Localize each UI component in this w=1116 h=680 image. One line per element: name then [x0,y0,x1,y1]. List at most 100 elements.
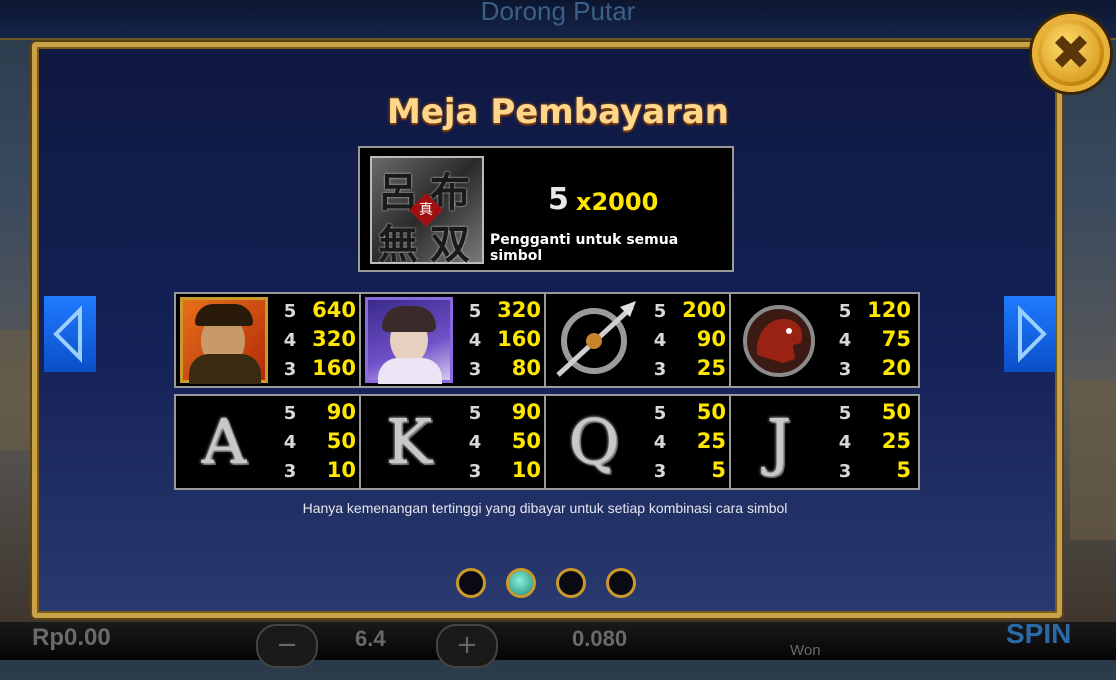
match-count: 5 [468,301,482,322]
payout-list: 5 50 4 25 3 5 [835,400,911,487]
payout-value: 90 [696,327,726,351]
close-button[interactable]: ✖ [1032,14,1110,92]
payout-list: 5 90 4 50 3 10 [280,400,356,487]
match-count: 3 [283,461,297,482]
paytable-cell: J 5 50 4 25 3 5 [731,396,916,488]
payout-value: 50 [881,400,911,424]
paytable-cell: Q 5 50 4 25 3 5 [546,396,731,488]
letter-q-icon: Q [568,405,620,478]
page-indicator-dot[interactable] [556,568,586,598]
match-count: 5 [653,403,667,424]
bet-display: 6.4 [355,626,386,651]
won-label: Won [790,642,821,659]
page-indicator-dot[interactable] [456,568,486,598]
lady-portrait-icon [365,297,453,384]
payout-value: 5 [896,458,911,482]
match-count: 3 [468,461,482,482]
payout-value: 320 [497,298,541,322]
payout-value: 10 [326,458,356,482]
match-count: 5 [283,301,297,322]
background-decoration [0,330,32,450]
page-indicator-dot-active[interactable] [506,568,536,598]
paytable-row-low: A 5 90 4 50 3 10 K 5 90 4 50 3 10 Q 5 50 4 25 35… [174,394,920,490]
match-count: 5 [838,403,852,424]
match-count: 4 [468,330,482,351]
match-count: 3 [838,359,852,380]
payout-value: 10 [511,458,541,482]
payout-value: 25 [696,429,726,453]
payout-list: 5 640 4 320 3 160 [280,298,356,385]
payout-value: 200 [682,298,726,322]
match-count: 5 [838,301,852,322]
wild-symbol-panel: 呂 布 無 双 真 5 x2000 Pengganti untuk semua … [358,146,734,272]
match-count: 4 [838,432,852,453]
match-count: 3 [838,461,852,482]
bet-decrease-button[interactable]: − [256,624,318,668]
match-count: 4 [653,432,667,453]
bet-increase-button[interactable]: + [436,624,498,668]
payout-value: 640 [312,298,356,322]
arrow-right-icon [1018,305,1047,363]
background-decoration [1070,380,1116,540]
top-bar: Dorong Putar [0,0,1116,40]
match-count: 4 [283,330,297,351]
arrow-left-icon [53,305,82,363]
payout-list: 5 90 4 50 3 10 [465,400,541,487]
payout-list: 5 320 4 160 3 80 [465,298,541,385]
next-page-button[interactable] [1004,296,1056,372]
game-title: Dorong Putar [480,0,636,26]
paytable-cell: 5 200 4 90 3 25 [546,294,731,386]
spin-button[interactable]: SPIN [1006,618,1071,650]
coin-value-display: 0.080 [572,626,628,651]
close-icon: ✖ [1042,24,1100,82]
payout-list: 5 120 4 75 3 20 [835,298,911,385]
match-count: 5 [653,301,667,322]
wild-count: 5 [548,182,569,217]
payout-value: 160 [497,327,541,351]
letter-a-icon: A [201,405,247,478]
paytable-cell: 5 120 4 75 3 20 [731,294,916,386]
match-count: 3 [283,359,297,380]
paytable-cell: 5 640 4 320 3 160 [176,294,361,386]
payout-value: 50 [511,429,541,453]
letter-k-icon: K [385,405,433,478]
wild-payout: x2000 [576,188,659,216]
bottom-bar: Rp0.00 6.4 0.080 Won [0,622,1116,660]
payout-value: 320 [312,327,356,351]
match-count: 3 [468,359,482,380]
payout-value: 75 [881,327,911,351]
paytable-row-high: 5 640 4 320 3 160 5 320 4 160 3 80 5 200 4 90 32… [174,292,920,388]
page-indicator-dot[interactable] [606,568,636,598]
halberd-weapon-icon [556,301,636,377]
payout-value: 160 [312,356,356,380]
payout-value: 25 [881,429,911,453]
match-count: 4 [283,432,297,453]
payout-value: 120 [867,298,911,322]
match-count: 5 [283,403,297,424]
payout-value: 50 [696,400,726,424]
match-count: 3 [653,359,667,380]
credit-display: Rp0.00 [32,624,111,651]
match-count: 5 [468,403,482,424]
paytable-cell: K 5 90 4 50 3 10 [361,396,546,488]
payout-value: 25 [696,356,726,380]
paytable-cell: 5 320 4 160 3 80 [361,294,546,386]
warrior-portrait-icon [180,297,268,384]
previous-page-button[interactable] [44,296,96,372]
red-horse-icon [743,305,815,377]
match-count: 4 [468,432,482,453]
letter-j-icon: J [766,405,792,478]
payout-value: 90 [326,400,356,424]
match-count: 4 [838,330,852,351]
payout-value: 5 [711,458,726,482]
payout-list: 5 50 4 25 3 5 [650,400,726,487]
payout-value: 20 [881,356,911,380]
payout-value: 90 [511,400,541,424]
payout-value: 80 [511,356,541,380]
wild-logo-seal: 真 [409,193,443,227]
match-count: 3 [653,461,667,482]
paytable-cell: A 5 90 4 50 3 10 [176,396,361,488]
paytable-title: Meja Pembayaran [387,92,729,132]
wild-description: Pengganti untuk semua simbol [490,232,679,264]
wild-logo-icon: 呂 布 無 双 真 [370,156,484,268]
